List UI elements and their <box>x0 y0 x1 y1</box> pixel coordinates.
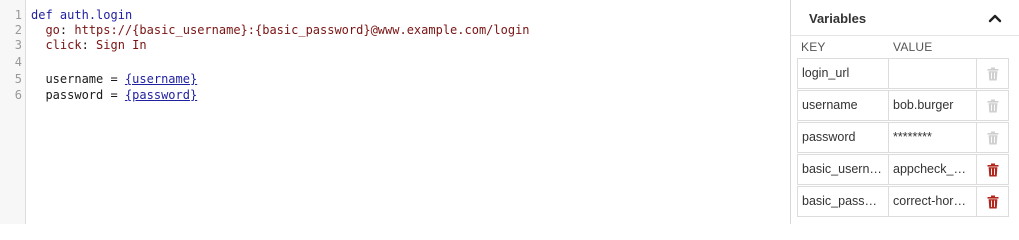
trash-icon[interactable] <box>987 99 999 113</box>
code-line-3[interactable]: click: Sign In <box>31 37 147 53</box>
variable-value-field[interactable]: bob.burger <box>888 90 977 121</box>
go-url: https://{basic_username}:{basic_password… <box>74 23 530 37</box>
variable-key-field[interactable]: login_url <box>797 58 889 89</box>
line-number: 6 <box>14 88 22 102</box>
variable-key-field[interactable]: basic_username <box>797 154 889 185</box>
assign-operator: = <box>110 72 118 86</box>
chevron-up-icon[interactable] <box>987 10 1003 26</box>
variable-value-field[interactable]: correct-horse-battery <box>888 186 977 217</box>
variable-row: username bob.burger <box>797 90 1009 123</box>
def-keyword: def <box>31 8 53 22</box>
delete-cell <box>976 186 1009 217</box>
line-number: 1 <box>14 8 22 22</box>
click-target: Sign In <box>96 38 147 52</box>
trash-icon[interactable] <box>987 131 999 145</box>
variable-value-field[interactable] <box>888 58 977 89</box>
line-number: 3 <box>14 38 22 52</box>
assign-name: password <box>45 88 104 102</box>
line-number-gutter: 1 2 3 4 5 6 <box>0 0 26 224</box>
code-line-5[interactable]: username = {username} <box>31 71 197 87</box>
trash-icon[interactable] <box>987 195 999 209</box>
line-number: 2 <box>14 23 22 37</box>
trash-icon[interactable] <box>987 163 999 177</box>
variable-key-field[interactable]: password <box>797 122 889 153</box>
variable-reference[interactable]: {username} <box>125 72 197 86</box>
delete-cell <box>976 154 1009 185</box>
assign-name: username <box>45 72 104 86</box>
variables-panel: Variables KEY VALUE login_url username b… <box>791 0 1019 224</box>
variable-reference[interactable]: {password} <box>125 88 197 102</box>
variable-key-field[interactable]: username <box>797 90 889 121</box>
variable-row: password ******** <box>797 122 1009 155</box>
variable-row: basic_username appcheck_user <box>797 154 1009 187</box>
variable-value-field[interactable]: appcheck_user <box>888 154 977 185</box>
value-column-header: VALUE <box>893 40 933 54</box>
variable-key-field[interactable]: basic_password <box>797 186 889 217</box>
trash-icon[interactable] <box>987 67 999 81</box>
assign-operator: = <box>110 88 118 102</box>
separator: : <box>59 23 68 37</box>
function-name: auth.login <box>59 8 133 22</box>
delete-cell <box>976 90 1009 121</box>
code-editor[interactable]: 1 2 3 4 5 6 def auth.login go: https://{… <box>0 0 790 224</box>
line-number: 5 <box>14 72 22 86</box>
variable-row: login_url <box>797 58 1009 91</box>
variable-row: basic_password correct-horse-battery <box>797 186 1009 219</box>
variables-panel-header: Variables <box>791 0 1019 36</box>
go-command: go <box>45 23 60 37</box>
panel-title: Variables <box>809 11 867 26</box>
separator: : <box>81 38 89 52</box>
code-line-6[interactable]: password = {password} <box>31 87 197 103</box>
click-command: click <box>45 38 82 52</box>
line-number: 4 <box>14 55 22 69</box>
variable-value-field[interactable]: ******** <box>888 122 977 153</box>
delete-cell <box>976 122 1009 153</box>
code-line-2[interactable]: go: https://{basic_username}:{basic_pass… <box>31 22 530 38</box>
delete-cell <box>976 58 1009 89</box>
code-line-1[interactable]: def auth.login <box>31 7 132 23</box>
key-column-header: KEY <box>801 40 826 54</box>
